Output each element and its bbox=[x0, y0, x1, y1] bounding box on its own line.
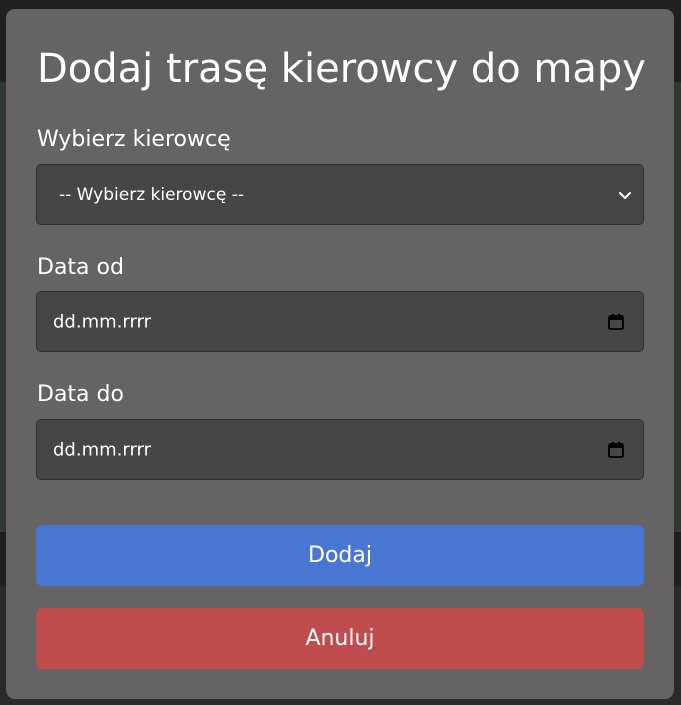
date-to-value: dd.mm.rrrr bbox=[53, 439, 152, 460]
date-from-label: Data od bbox=[37, 255, 124, 280]
driver-select-label: Wybierz kierowcę bbox=[37, 127, 231, 152]
calendar-icon[interactable] bbox=[607, 441, 625, 459]
chevron-down-icon bbox=[619, 191, 631, 199]
driver-select[interactable]: -- Wybierz kierowcę -- bbox=[36, 164, 644, 225]
driver-select-value: -- Wybierz kierowcę -- bbox=[59, 184, 244, 205]
calendar-icon[interactable] bbox=[607, 313, 625, 331]
date-to-label: Data do bbox=[37, 382, 124, 407]
date-to-input[interactable]: dd.mm.rrrr bbox=[36, 419, 644, 480]
dialog-title: Dodaj trasę kierowcy do mapy bbox=[37, 46, 646, 92]
add-button[interactable]: Dodaj bbox=[36, 525, 644, 586]
cancel-button[interactable]: Anuluj bbox=[36, 608, 644, 669]
date-from-value: dd.mm.rrrr bbox=[53, 311, 152, 332]
add-driver-route-dialog: Dodaj trasę kierowcy do mapy Wybierz kie… bbox=[6, 9, 674, 699]
date-from-input[interactable]: dd.mm.rrrr bbox=[36, 291, 644, 352]
